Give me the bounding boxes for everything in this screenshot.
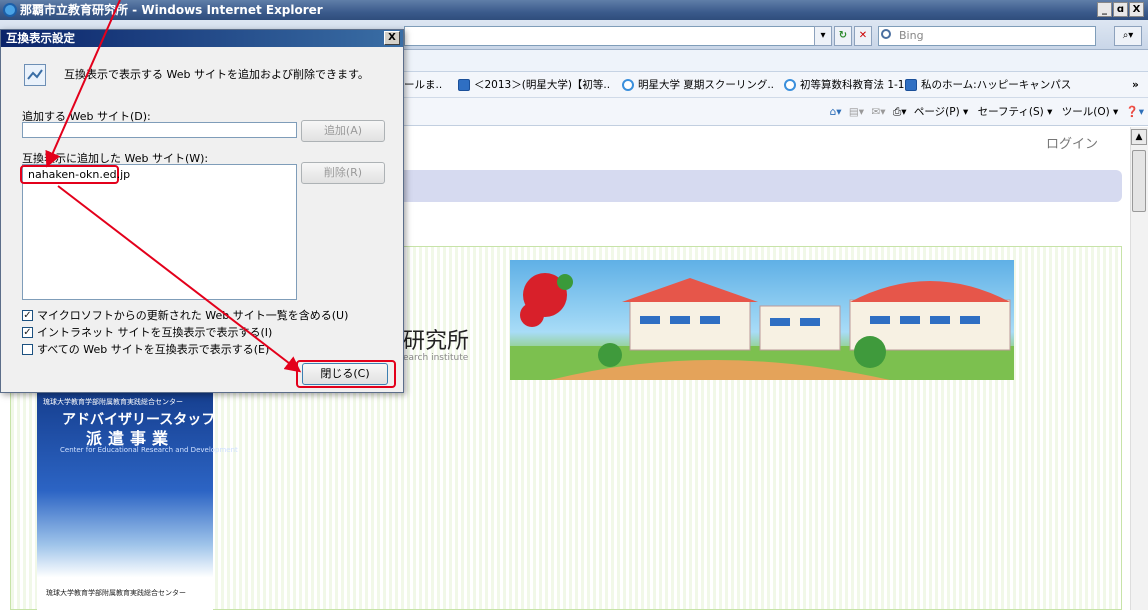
login-link[interactable]: ログイン [1046, 133, 1098, 152]
favorite-item[interactable]: 私のホーム:ハッピーキャンパス [905, 72, 1071, 98]
print-icon[interactable]: ⎙▾ [893, 106, 907, 118]
page-menu[interactable]: ページ(P) ▾ [914, 106, 968, 118]
minimize-button[interactable]: _ [1097, 2, 1112, 17]
checkbox-label: イントラネット サイトを互換表示で表示する(I) [37, 326, 273, 339]
institute-subtitle: earch institute [403, 353, 469, 363]
added-sites-list[interactable] [22, 164, 297, 300]
checkbox-box[interactable]: ✓ [22, 309, 33, 321]
favorite-item[interactable]: 初等算数科教育法 1-1 [784, 72, 905, 98]
safety-menu[interactable]: セーフティ(S) ▾ [978, 106, 1053, 118]
favorite-item[interactable]: ＜2013＞(明星大学)【初等.. [458, 72, 610, 98]
poster-footer: 琉球大学教育学部附属教育実践総合センター [46, 589, 186, 597]
checkbox-all-sites[interactable]: すべての Web サイトを互換表示で表示する(E) [22, 341, 269, 357]
header-banner-image [510, 260, 1014, 380]
add-site-input[interactable] [22, 122, 297, 138]
poster-organization: 琉球大学教育学部附属教育実践総合センター [43, 398, 183, 406]
refresh-button[interactable]: ↻ [834, 26, 852, 46]
remove-button[interactable]: 削除(R) [301, 162, 385, 184]
command-bar-items: ⌂▾ ▤▾ ✉▾ ⎙▾ ページ(P) ▾ セーフティ(S) ▾ ツール(O) ▾… [830, 98, 1144, 126]
dialog-close-button[interactable]: X [384, 31, 400, 45]
ie-logo-icon [3, 3, 17, 17]
close-button[interactable]: 閉じる(C) [302, 363, 388, 385]
favorites-overflow-icon[interactable]: » [1132, 72, 1139, 98]
search-icon [881, 29, 891, 39]
search-placeholder: Bing [899, 29, 924, 42]
checkbox-intranet[interactable]: ✓ イントラネット サイトを互換表示で表示する(I) [22, 324, 272, 340]
site-list-item[interactable]: nahaken-okn.ed.jp [28, 168, 130, 181]
institute-name: 研究所 [403, 329, 470, 354]
browser-title-bar: 那覇市立教育研究所 - Windows Internet Explorer _ … [0, 0, 1148, 20]
mail-icon[interactable]: ✉▾ [871, 106, 885, 118]
checkbox-include-ms-list[interactable]: ✓ マイクロソフトからの更新された Web サイト一覧を含める(U) [22, 307, 348, 323]
browser-title: 那覇市立教育研究所 - Windows Internet Explorer [20, 3, 323, 17]
maximize-button[interactable]: ɑ [1113, 2, 1128, 17]
dialog-title-bar: 互換表示設定 [1, 30, 403, 47]
add-button[interactable]: 追加(A) [301, 120, 385, 142]
dialog-description: 互換表示で表示する Web サイトを追加および削除できます。 [64, 68, 369, 81]
favorite-icon [905, 79, 917, 91]
school-illustration [510, 273, 1014, 380]
tools-menu[interactable]: ツール(O) ▾ [1062, 106, 1119, 118]
checkbox-box[interactable] [22, 343, 33, 355]
scroll-thumb[interactable] [1132, 150, 1146, 212]
navigation-band [398, 170, 1122, 202]
favorite-item[interactable]: ールま.. [404, 72, 442, 98]
poster-english-title: Center for Educational Research and Deve… [60, 446, 238, 454]
search-button[interactable]: ⌕▾ [1114, 26, 1142, 46]
feeds-icon[interactable]: ▤▾ [849, 106, 864, 118]
search-input[interactable]: Bing [878, 26, 1096, 46]
stop-button[interactable]: ✕ [854, 26, 872, 46]
home-icon[interactable]: ⌂▾ [830, 106, 842, 118]
address-input[interactable] [404, 26, 824, 46]
address-dropdown-button[interactable]: ▾ [814, 26, 832, 46]
checkbox-label: すべての Web サイトを互換表示で表示する(E) [37, 343, 270, 356]
checkbox-box[interactable]: ✓ [22, 326, 33, 338]
ie-page-icon [784, 79, 796, 91]
favorite-icon [458, 79, 470, 91]
dialog-title: 互換表示設定 [6, 31, 75, 45]
checkbox-label: マイクロソフトからの更新された Web サイト一覧を含める(U) [37, 309, 349, 322]
window-close-button[interactable]: X [1129, 2, 1144, 17]
favorite-item[interactable]: 明星大学 夏期スクーリング.. [622, 72, 774, 98]
compatibility-view-icon [24, 64, 46, 86]
ie-page-icon [622, 79, 634, 91]
window-controls: _ ɑ X [1097, 2, 1144, 17]
scroll-up-button[interactable]: ▲ [1131, 129, 1147, 145]
help-icon[interactable]: ❓▾ [1126, 106, 1144, 118]
